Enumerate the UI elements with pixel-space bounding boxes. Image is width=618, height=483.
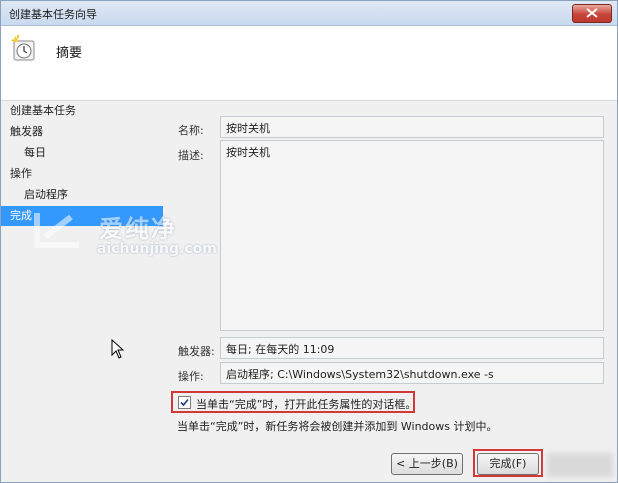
step-trigger[interactable]: 触发器 — [1, 122, 163, 142]
action-label: 操作: — [178, 370, 204, 383]
open-properties-highlight: 当单击“完成”时，打开此任务属性的对话框。 — [171, 391, 416, 413]
window-title: 创建基本任务向导 — [9, 8, 97, 21]
title-bar: 创建基本任务向导 — [1, 1, 617, 26]
name-field: 按时关机 — [220, 116, 604, 138]
info-text: 当单击“完成”时，新任务将会被创建并添加到 Windows 计划中。 — [177, 420, 498, 433]
step-start-program[interactable]: 启动程序 — [1, 185, 163, 205]
open-properties-label[interactable]: 当单击“完成”时，打开此任务属性的对话框。 — [196, 396, 416, 412]
task-clock-icon — [11, 35, 35, 61]
close-button[interactable] — [572, 4, 612, 23]
watermark: 爱纯净 aichunjing.com — [31, 207, 231, 267]
step-action[interactable]: 操作 — [1, 164, 163, 184]
wizard-header: 摘要 — [1, 26, 617, 101]
checkmark-icon — [180, 398, 189, 407]
watermark-sub: aichunjing.com — [97, 241, 217, 257]
description-label: 描述: — [178, 149, 204, 162]
close-icon — [586, 8, 598, 18]
open-properties-checkbox[interactable] — [178, 396, 191, 409]
watermark-logo-icon — [34, 213, 79, 248]
step-create-task[interactable]: 创建基本任务 — [1, 101, 163, 121]
trigger-field: 每日; 在每天的 11:09 — [220, 337, 604, 359]
step-daily[interactable]: 每日 — [1, 143, 163, 163]
action-field: 启动程序; C:\Windows\System32\shutdown.exe -… — [220, 362, 604, 384]
finish-button[interactable]: 完成(F) — [477, 453, 539, 475]
description-field: 按时关机 — [220, 140, 604, 331]
name-label: 名称: — [178, 124, 204, 137]
back-button[interactable]: < 上一步(B) — [391, 453, 463, 475]
page-title: 摘要 — [56, 46, 83, 61]
mouse-cursor-icon — [111, 339, 125, 359]
wizard-window: 创建基本任务向导 摘要 创建基本任务 触发器 每日 操作 启动程序 完成 爱纯净 — [0, 0, 618, 483]
watermark-text: 爱纯净 — [99, 215, 177, 243]
blurred-cancel-button — [547, 453, 613, 477]
trigger-label: 触发器: — [178, 345, 215, 358]
